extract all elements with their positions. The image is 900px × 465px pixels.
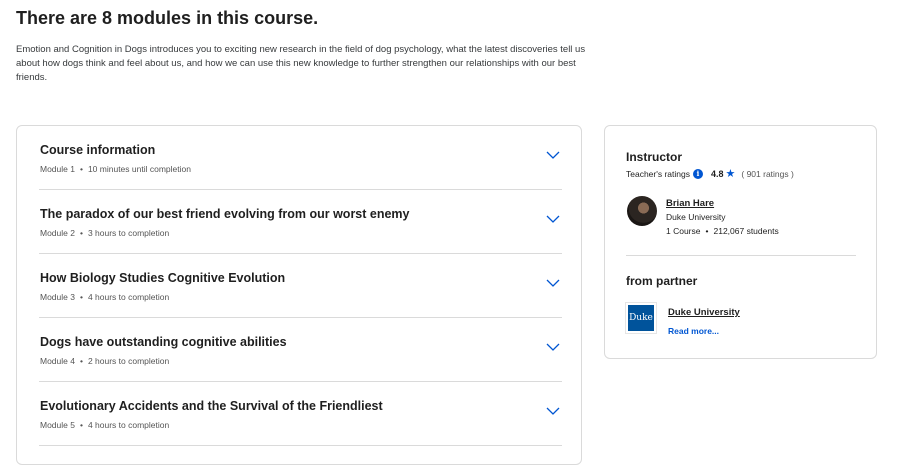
teacher-ratings: Teacher's ratings i 4.8 ★ ( 901 ratings … — [626, 167, 794, 180]
instructor-avatar[interactable] — [627, 196, 657, 226]
chevron-down-icon[interactable] — [546, 150, 560, 160]
module-title: How Biology Studies Cognitive Evolution — [40, 271, 286, 285]
chevron-down-icon[interactable] — [546, 342, 560, 352]
meta-separator: • — [79, 164, 83, 174]
module-title: The paradox of our best friend evolving … — [40, 207, 410, 221]
meta-separator: • — [79, 356, 83, 366]
module-item-1[interactable]: Course information Module 1 • 10 minutes u… — [39, 126, 562, 190]
module-title: Dogs have outstanding cognitive abilitie… — [40, 335, 287, 349]
module-meta: Module 2 • 3 hours to completion — [40, 228, 169, 238]
module-item-2[interactable]: The paradox of our best friend evolving … — [39, 190, 562, 254]
instructor-university: Duke University — [666, 212, 726, 222]
ratings-label: Teacher's ratings — [626, 168, 690, 179]
modules-list: Course information Module 1 • 10 minutes u… — [16, 125, 582, 465]
rating-value: 4.8 — [711, 168, 724, 179]
instructor-name-link[interactable]: Brian Hare — [666, 198, 714, 209]
module-title: Course information — [40, 143, 156, 157]
module-meta: Module 4 • 2 hours to completion — [40, 356, 169, 366]
module-number: Module 3 — [40, 292, 75, 302]
meta-separator: • — [79, 292, 83, 302]
partner-heading: from partner — [626, 274, 698, 288]
chevron-down-icon[interactable] — [546, 406, 560, 416]
module-meta: Module 1 • 10 minutes until completion — [40, 164, 191, 174]
duke-logo[interactable]: Duke — [625, 302, 657, 334]
module-item-5[interactable]: Evolutionary Accidents and the Survival … — [39, 382, 562, 446]
meta-separator: • — [79, 420, 83, 430]
module-number: Module 2 — [40, 228, 75, 238]
page-title: There are 8 modules in this course. — [16, 8, 319, 28]
instructor-partner-card: Instructor Teacher's ratings i 4.8 ★ ( 9… — [604, 125, 877, 359]
instructor-heading: Instructor — [626, 150, 683, 164]
module-duration: 4 hours to completion — [87, 292, 170, 302]
module-duration: 4 hours to completion — [87, 420, 170, 430]
module-item-3[interactable]: How Biology Studies Cognitive Evolution … — [39, 254, 562, 318]
module-number: Module 1 — [40, 164, 75, 174]
course-count: 1 Course — [666, 226, 701, 236]
info-icon[interactable]: i — [693, 168, 703, 179]
meta-separator: • — [79, 228, 83, 238]
partner-name-link[interactable]: Duke University — [668, 307, 740, 318]
chevron-down-icon[interactable] — [546, 278, 560, 288]
module-number: Module 4 — [40, 356, 75, 366]
module-duration: 10 minutes until completion — [87, 164, 191, 174]
divider — [626, 255, 856, 256]
star-icon: ★ — [725, 168, 736, 180]
module-meta: Module 5 • 4 hours to completion — [40, 420, 169, 430]
read-more-link[interactable]: Read more... — [668, 326, 719, 336]
chevron-down-icon[interactable] — [546, 214, 560, 224]
module-meta: Module 3 • 4 hours to completion — [40, 292, 169, 302]
module-title: Evolutionary Accidents and the Survival … — [40, 399, 383, 413]
meta-separator: • — [705, 226, 709, 236]
module-duration: 3 hours to completion — [87, 228, 170, 238]
student-count: 212,067 students — [713, 226, 779, 236]
rating-count: ( 901 ratings ) — [741, 168, 794, 179]
course-description: Emotion and Cognition in Dogs introduces… — [16, 44, 586, 83]
instructor-stats: 1 Course • 212,067 students — [666, 226, 779, 236]
module-duration: 2 hours to completion — [87, 356, 170, 366]
module-number: Module 5 — [40, 420, 75, 430]
module-item-4[interactable]: Dogs have outstanding cognitive abilitie… — [39, 318, 562, 382]
